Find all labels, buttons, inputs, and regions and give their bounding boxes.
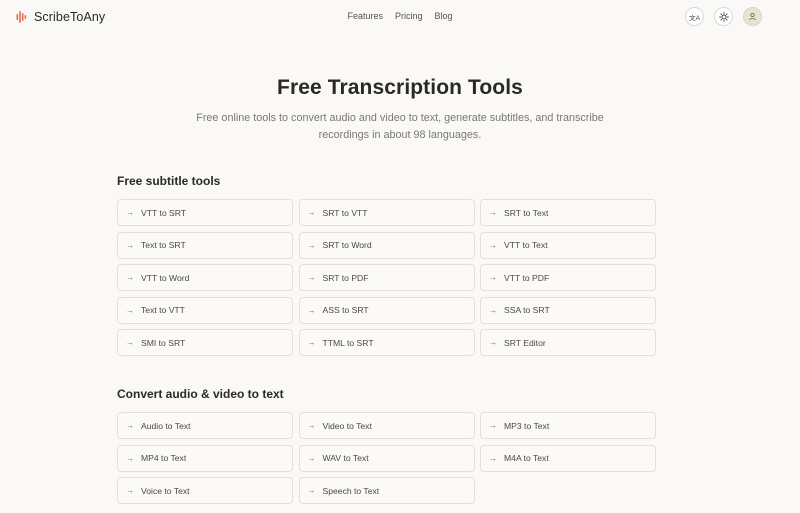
- site-header: ScribeToAny Features Pricing Blog 文A: [0, 0, 800, 34]
- tool-link[interactable]: → SRT to Word: [298, 231, 475, 259]
- tool-label: Video to Text: [322, 420, 372, 431]
- arrow-right-icon: →: [126, 453, 134, 463]
- tool-label: SRT to Word: [322, 240, 372, 250]
- tool-label: SRT to VTT: [322, 207, 368, 218]
- arrow-right-icon: →: [307, 240, 316, 250]
- tool-label: VTT to SRT: [141, 207, 187, 218]
- tool-link[interactable]: → M4A to Text: [480, 444, 656, 472]
- tool-link[interactable]: → SRT Editor: [480, 329, 656, 356]
- arrow-right-icon: →: [307, 208, 316, 217]
- tool-label: VTT to PDF: [504, 272, 550, 283]
- tool-label: SMI to SRT: [141, 337, 186, 348]
- audio-video-tools-grid: → Audio to Text → Video to Text → MP3 to Text…: [117, 412, 656, 504]
- language-button[interactable]: 文A: [685, 7, 704, 26]
- tool-label: ASS to SRT: [322, 305, 369, 315]
- header-actions: 文A: [685, 7, 762, 26]
- arrow-right-icon: →: [126, 273, 134, 282]
- tool-label: Speech to Text: [322, 485, 380, 496]
- page-subtitle: Free online tools to convert audio and v…: [196, 112, 604, 141]
- arrow-right-icon: →: [489, 421, 497, 430]
- arrow-right-icon: →: [489, 305, 497, 315]
- tool-link[interactable]: → TTML to SRT: [298, 329, 475, 356]
- tool-link[interactable]: → Audio to Text: [117, 412, 293, 439]
- subtitle-tools-grid: → VTT to SRT → SRT to VTT → SRT to Text → Text …: [117, 199, 656, 356]
- tool-label: Voice to Text: [141, 485, 190, 496]
- tool-link[interactable]: → VTT to Text: [480, 231, 656, 259]
- arrow-right-icon: →: [489, 240, 497, 250]
- tool-link[interactable]: → Speech to Text: [298, 477, 475, 504]
- tool-link[interactable]: → SRT to Text: [480, 199, 656, 226]
- tool-label: VTT to Text: [504, 240, 548, 250]
- tool-link[interactable]: → VTT to SRT: [117, 199, 293, 226]
- nav-link-features[interactable]: Features: [347, 11, 383, 21]
- user-avatar[interactable]: [743, 7, 762, 26]
- tool-link[interactable]: → MP3 to Text: [480, 412, 656, 439]
- tool-link[interactable]: → VTT to Word: [117, 264, 293, 291]
- tool-link[interactable]: → Text to SRT: [117, 231, 293, 259]
- arrow-right-icon: →: [126, 486, 134, 495]
- tool-link[interactable]: → SMI to SRT: [117, 329, 293, 356]
- arrow-right-icon: →: [489, 338, 497, 347]
- translate-icon: 文A: [689, 14, 700, 22]
- tool-link[interactable]: → SSA to SRT: [480, 296, 656, 324]
- arrow-right-icon: →: [307, 305, 316, 315]
- tool-label: Audio to Text: [141, 420, 191, 431]
- nav-link-blog[interactable]: Blog: [435, 11, 453, 21]
- tool-label: SRT to PDF: [322, 272, 369, 283]
- tool-link[interactable]: → Video to Text: [298, 412, 475, 439]
- user-icon: [749, 12, 756, 21]
- tool-label: MP4 to Text: [141, 453, 187, 463]
- tool-link[interactable]: → Voice to Text: [117, 477, 293, 504]
- arrow-right-icon: →: [307, 273, 316, 282]
- sun-icon: [718, 11, 729, 22]
- tool-link[interactable]: → SRT to VTT: [298, 199, 475, 226]
- tool-label: SRT Editor: [504, 337, 546, 348]
- tool-label: SSA to SRT: [504, 305, 550, 315]
- tool-label: MP3 to Text: [504, 420, 550, 431]
- tool-label: WAV to Text: [322, 453, 369, 463]
- tool-label: Text to VTT: [141, 305, 185, 315]
- arrow-right-icon: →: [126, 338, 134, 347]
- arrow-right-icon: →: [489, 273, 497, 282]
- tool-link[interactable]: → SRT to PDF: [298, 264, 475, 291]
- page: ScribeToAny Features Pricing Blog 文A Fre…: [0, 0, 800, 513]
- arrow-right-icon: →: [126, 421, 134, 430]
- arrow-right-icon: →: [126, 208, 134, 217]
- tool-label: TTML to SRT: [322, 337, 374, 348]
- arrow-right-icon: →: [307, 421, 316, 430]
- tool-link[interactable]: → MP4 to Text: [117, 444, 293, 472]
- arrow-right-icon: →: [307, 486, 316, 495]
- tool-label: M4A to Text: [504, 453, 549, 463]
- theme-toggle-button[interactable]: [714, 7, 733, 26]
- main-nav: Features Pricing Blog: [0, 11, 800, 21]
- tool-label: SRT to Text: [504, 207, 549, 218]
- section-title-subtitle-tools: Free subtitle tools: [117, 174, 221, 188]
- tool-link[interactable]: → ASS to SRT: [298, 296, 475, 324]
- tool-link[interactable]: → VTT to PDF: [480, 264, 656, 291]
- tool-label: Text to SRT: [141, 240, 186, 250]
- tool-label: VTT to Word: [141, 272, 190, 283]
- tool-link[interactable]: → WAV to Text: [298, 444, 475, 472]
- tool-link[interactable]: → Text to VTT: [117, 296, 293, 324]
- arrow-right-icon: →: [489, 208, 497, 217]
- arrow-right-icon: →: [307, 338, 316, 347]
- page-title: Free Transcription Tools: [277, 76, 523, 99]
- arrow-right-icon: →: [307, 453, 316, 463]
- nav-link-pricing[interactable]: Pricing: [395, 11, 423, 21]
- arrow-right-icon: →: [489, 453, 497, 463]
- arrow-right-icon: →: [126, 240, 134, 250]
- arrow-right-icon: →: [126, 305, 134, 315]
- section-title-audio-video: Convert audio & video to text: [117, 387, 284, 401]
